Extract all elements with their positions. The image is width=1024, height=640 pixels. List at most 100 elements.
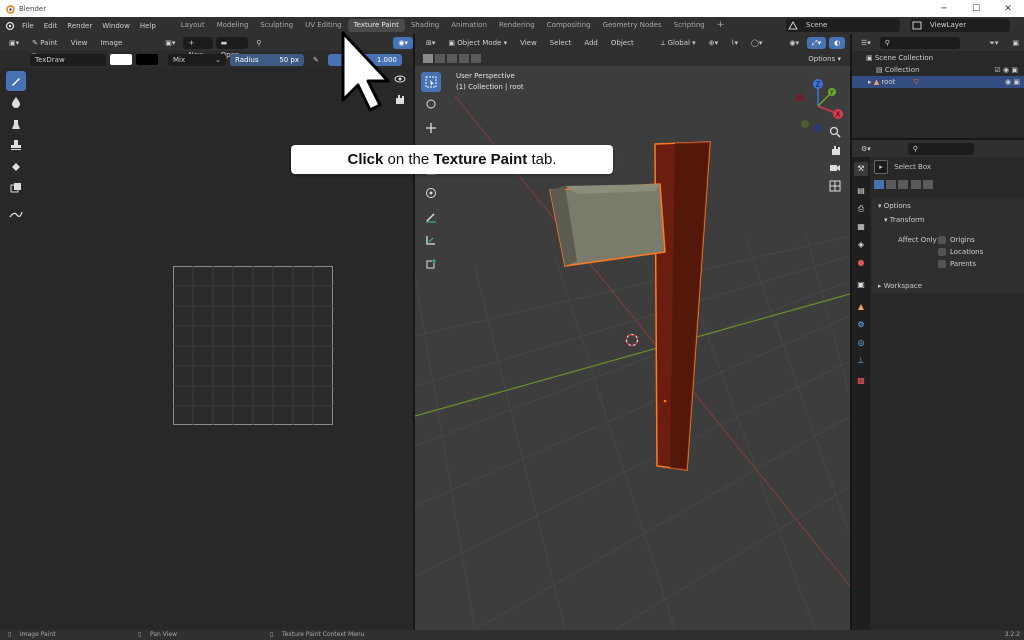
pivot-icon[interactable]: ⊕▾ — [704, 37, 723, 49]
hand-pan-icon-3d[interactable] — [829, 144, 841, 156]
menu-window[interactable]: Window — [97, 22, 135, 30]
annotate-tool-button[interactable] — [6, 204, 26, 224]
pin-icon[interactable]: ⚲ — [251, 37, 266, 49]
viewport-menu-object[interactable]: Object — [606, 37, 639, 49]
editor-type-icon[interactable]: ▣▾ — [4, 37, 24, 49]
tab-modifiers[interactable]: ⚙ — [854, 318, 868, 332]
tab-geometry-nodes[interactable]: Geometry Nodes — [597, 19, 668, 32]
mode-invert-icon[interactable] — [910, 180, 921, 189]
brush-selector[interactable]: TexDraw — [30, 53, 106, 66]
select-mode-invert-icon[interactable] — [459, 54, 469, 63]
outliner-search-field[interactable]: ⚲ — [879, 36, 960, 49]
fill-tool-button[interactable] — [6, 157, 26, 177]
3d-viewport[interactable]: ⊞▾ ▣ Object Mode ▾ View Select Add Objec… — [415, 34, 850, 630]
color-swatch-primary[interactable] — [110, 54, 132, 65]
tab-object[interactable]: ▲ — [854, 300, 868, 314]
add-cube-tool[interactable] — [421, 254, 441, 274]
draw-tool-button[interactable] — [6, 71, 26, 91]
gizmo-toggle-icon[interactable]: ⤢▾ — [807, 36, 827, 49]
tab-compositing[interactable]: Compositing — [541, 19, 597, 32]
image-browse-icon[interactable]: ▣▾ — [160, 37, 180, 49]
mode-subtract-icon[interactable] — [898, 180, 909, 189]
mask-tool-button[interactable] — [6, 178, 26, 198]
viewport-editor-type[interactable]: ⊞▾ — [421, 37, 440, 49]
display-channels-button[interactable]: ◉▾ — [393, 36, 413, 49]
tab-rendering[interactable]: Rendering — [493, 19, 541, 32]
tab-collection[interactable]: ▣ — [854, 278, 868, 292]
smear-tool-button[interactable] — [6, 114, 26, 134]
annotate-tool-3d[interactable] — [421, 207, 441, 227]
menu-file[interactable]: File — [17, 22, 39, 30]
viewport-menu-add[interactable]: Add — [579, 37, 603, 49]
tab-animation[interactable]: Animation — [445, 19, 493, 32]
soften-tool-button[interactable] — [6, 92, 26, 112]
filter-icon[interactable]: ⏷▾ — [984, 37, 1003, 49]
options-panel-header[interactable]: ▾ Options — [878, 200, 911, 212]
tab-modeling[interactable]: Modeling — [211, 19, 255, 32]
blender-menu-icon[interactable] — [3, 20, 17, 32]
affect-origins-checkbox[interactable]: Origins — [938, 234, 975, 246]
minimize-button[interactable]: ─ — [928, 0, 960, 17]
transform-orientation-selector[interactable]: ⟂ Global ▾ — [656, 37, 701, 49]
select-mode-extend-icon[interactable] — [435, 54, 445, 63]
tab-world[interactable]: ● — [854, 256, 868, 270]
viewport-menu-view[interactable]: View — [515, 37, 542, 49]
menu-edit[interactable]: Edit — [39, 22, 63, 30]
affect-parents-checkbox[interactable]: Parents — [938, 258, 976, 270]
clone-tool-button[interactable] — [6, 135, 26, 155]
tab-constraints[interactable]: ⊥ — [854, 354, 868, 368]
mode-set-icon[interactable] — [874, 180, 884, 189]
move-tool[interactable] — [421, 118, 441, 138]
select-mode-new-icon[interactable] — [423, 54, 433, 63]
measure-tool[interactable] — [421, 230, 441, 250]
options-dropdown[interactable]: Options ▾ — [803, 53, 846, 65]
select-mode-subtract-icon[interactable] — [447, 54, 457, 63]
root-visibility-icons[interactable]: ◉ ▣ — [1005, 76, 1020, 88]
view-layer-selector[interactable]: ViewLayer — [910, 19, 1010, 32]
maximize-button[interactable]: ☐ — [960, 0, 992, 17]
grid-view-icon[interactable] — [829, 180, 841, 192]
object-mode-selector[interactable]: ▣ Object Mode ▾ — [443, 37, 512, 49]
tab-sculpting[interactable]: Sculpting — [254, 19, 299, 32]
root-object[interactable] — [549, 141, 711, 471]
new-image-button[interactable]: + New — [183, 36, 213, 59]
transform-subpanel-header[interactable]: ▾ Transform — [884, 214, 925, 226]
camera-icon[interactable] — [829, 162, 841, 174]
collection-visibility-icons[interactable]: ☑ ◉ ▣ — [995, 64, 1018, 76]
mode-intersect-icon[interactable] — [922, 180, 933, 189]
overlay-toggle-icon[interactable]: ◐ — [829, 36, 846, 49]
transform-tool[interactable] — [421, 183, 441, 203]
zoom-icon[interactable] — [829, 126, 841, 138]
open-image-button[interactable]: ▬ Open — [215, 36, 249, 59]
properties-search-field[interactable]: ⚲ — [907, 142, 974, 155]
select-mode-intersect-icon[interactable] — [471, 54, 481, 63]
affect-locations-checkbox[interactable]: Locations — [938, 246, 983, 258]
scene-selector[interactable]: Scene — [786, 19, 900, 32]
viewport-menu-select[interactable]: Select — [545, 37, 577, 49]
outliner-editor-type[interactable]: ☰▾ — [856, 37, 876, 49]
proportional-icon[interactable]: ◯▾ — [746, 37, 767, 49]
mode-extend-icon[interactable] — [886, 180, 897, 189]
menu-help[interactable]: Help — [135, 22, 161, 30]
menu-image[interactable]: Image — [95, 37, 127, 49]
new-collection-icon[interactable]: ▣ — [1007, 37, 1024, 49]
menu-render[interactable]: Render — [62, 22, 97, 30]
outliner-collection-row[interactable]: ▤ Collection ☑ ◉ ▣ — [876, 64, 1022, 76]
tab-layout[interactable]: Layout — [175, 19, 211, 32]
tab-physics[interactable]: ◎ — [854, 336, 868, 350]
tab-render[interactable]: ▤ — [854, 184, 868, 198]
workspace-panel-header[interactable]: ▸ Workspace — [872, 279, 1024, 293]
outliner-root-row[interactable]: ▸ ▲ root ▽ ◉ ▣ — [852, 76, 1024, 88]
tab-texture[interactable]: ▩ — [854, 374, 868, 388]
tab-view-layer[interactable]: ▦ — [854, 220, 868, 234]
menu-view[interactable]: View — [66, 37, 93, 49]
paint-mode-selector[interactable]: ✎ Paint ▾ — [27, 37, 63, 59]
radius-field[interactable]: Radius 50 px — [230, 53, 304, 66]
close-button[interactable]: ✕ — [992, 0, 1024, 17]
color-swatch-secondary[interactable] — [136, 54, 158, 65]
tab-output[interactable]: ⎙ — [854, 202, 868, 216]
snap-icon[interactable]: ⌇▾ — [726, 37, 743, 49]
tab-scripting[interactable]: Scripting — [668, 19, 711, 32]
properties-editor-type[interactable]: ⚙▾ — [856, 143, 876, 155]
visibility-icon[interactable]: ◉▾ — [784, 37, 804, 49]
